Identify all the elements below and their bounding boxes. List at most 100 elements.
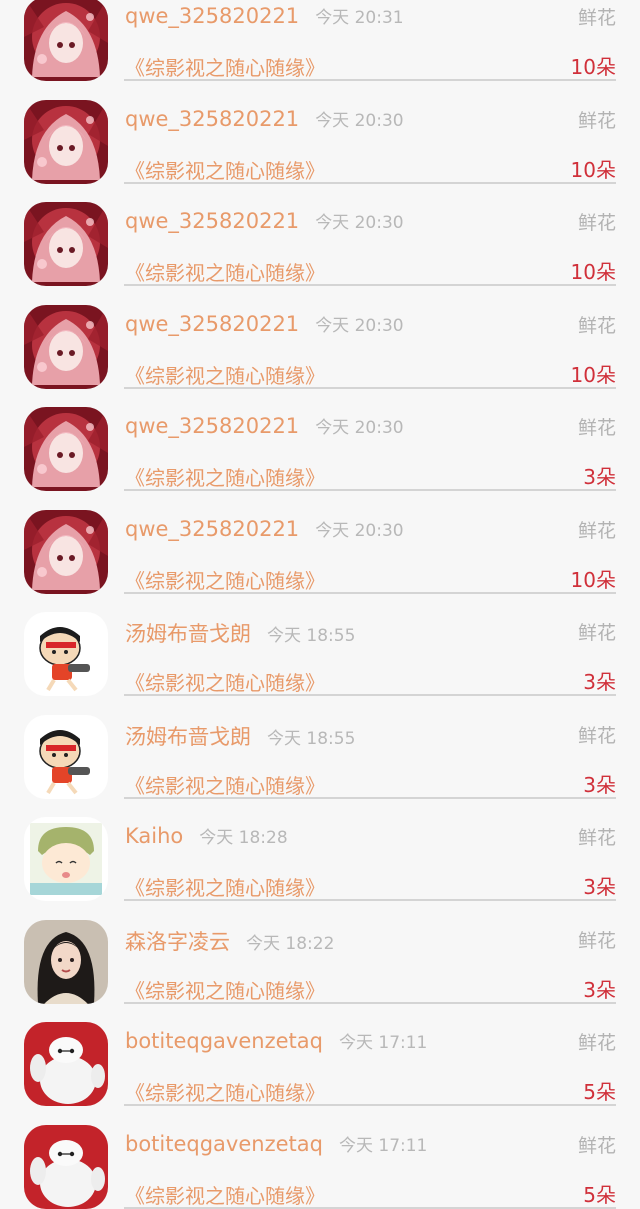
- book-title[interactable]: 《综影视之随心随缘》: [125, 360, 325, 389]
- username[interactable]: Kaiho: [125, 824, 183, 848]
- avatar[interactable]: [24, 509, 108, 594]
- gift-type: 鲜花: [577, 1032, 616, 1054]
- username-line: 汤姆布啬戈朗 今天 18:55: [125, 618, 355, 648]
- gift-count: 3朵: [583, 772, 616, 797]
- username-line: 汤姆布啬戈朗 今天 18:55: [125, 721, 355, 751]
- gift-type: 鲜花: [577, 622, 616, 644]
- username-line: botiteqgavenzetaq 今天 17:11: [125, 1028, 427, 1053]
- list-item[interactable]: qwe_325820221 今天 20:30 鲜花 《综影视之随心随缘》 10朵: [0, 182, 640, 286]
- list-item[interactable]: Kaiho 今天 18:28 鲜花 《综影视之随心随缘》 3朵: [0, 797, 640, 901]
- book-title[interactable]: 《综影视之随心随缘》: [125, 975, 325, 1004]
- gift-count: 3朵: [583, 670, 616, 694]
- username-line: Kaiho 今天 18:28: [125, 823, 288, 848]
- book-title[interactable]: 《综影视之随心随缘》: [125, 462, 325, 491]
- anime-girl-icon: [24, 304, 108, 389]
- list-item[interactable]: botiteqgavenzetaq 今天 17:11 鲜花 《综影视之随心随缘》 …: [0, 1105, 640, 1209]
- book-title[interactable]: 《综影视之随心随缘》: [125, 565, 325, 594]
- avatar[interactable]: [24, 99, 108, 184]
- gift-count: 10朵: [570, 362, 616, 387]
- list-item[interactable]: qwe_325820221 今天 20:30 鲜花 《综影视之随心随缘》 10朵: [0, 285, 640, 389]
- gift-count: 3朵: [583, 977, 616, 1002]
- white-robot-icon: [24, 1124, 108, 1209]
- username-line: qwe_325820221 今天 20:30: [125, 413, 404, 438]
- gift-type: 鲜花: [577, 7, 616, 29]
- username-line: 森洛字凌云 今天 18:22: [125, 926, 334, 956]
- gift-count: 5朵: [583, 1080, 616, 1104]
- cartoon-boy-icon: [24, 714, 108, 799]
- book-title[interactable]: 《综影视之随心随缘》: [125, 770, 325, 799]
- avatar[interactable]: [24, 202, 108, 286]
- username[interactable]: qwe_325820221: [125, 209, 299, 233]
- book-title[interactable]: 《综影视之随心随缘》: [125, 667, 325, 696]
- timestamp: 今天 20:31: [315, 8, 404, 28]
- book-title[interactable]: 《综影视之随心随缘》: [125, 1180, 325, 1209]
- woman-portrait-icon: [24, 919, 108, 1004]
- username-line: qwe_325820221 今天 20:30: [125, 311, 404, 336]
- username[interactable]: botiteqgavenzetaq: [125, 1029, 323, 1053]
- gift-count: 10朵: [570, 157, 616, 182]
- username[interactable]: qwe_325820221: [125, 4, 299, 28]
- username[interactable]: 森洛字凌云: [125, 930, 230, 954]
- gift-type: 鲜花: [577, 314, 616, 337]
- avatar[interactable]: [24, 817, 108, 901]
- list-item[interactable]: qwe_325820221 今天 20:30 鲜花 《综影视之随心随缘》 10朵: [0, 80, 640, 184]
- anime-girl-icon: [24, 202, 108, 286]
- baby-cartoon-icon: [24, 817, 108, 901]
- timestamp: 今天 17:11: [338, 1135, 428, 1156]
- gift-type: 鲜花: [577, 724, 616, 747]
- timestamp: 今天 18:22: [246, 933, 335, 954]
- timestamp: 今天 20:30: [315, 520, 404, 541]
- list-item[interactable]: 森洛字凌云 今天 18:22 鲜花 《综影视之随心随缘》 3朵: [0, 900, 640, 1004]
- timestamp: 今天 18:28: [199, 828, 288, 848]
- list-item[interactable]: qwe_325820221 今天 20:30 鲜花 《综影视之随心随缘》 3朵: [0, 387, 640, 491]
- book-title[interactable]: 《综影视之随心随缘》: [125, 52, 325, 81]
- book-title[interactable]: 《综影视之随心随缘》: [125, 872, 325, 901]
- timestamp: 今天 18:55: [267, 728, 356, 749]
- anime-girl-icon: [24, 407, 108, 491]
- anime-girl-icon: [24, 509, 108, 594]
- avatar[interactable]: [24, 1124, 108, 1209]
- username-line: qwe_325820221 今天 20:30: [125, 208, 404, 233]
- avatar[interactable]: [24, 919, 108, 1004]
- gift-record-list: qwe_325820221 今天 20:31 鲜花 《综影视之随心随缘》 10朵 …: [0, 0, 640, 1209]
- gift-count: 10朵: [570, 567, 616, 592]
- anime-girl-icon: [24, 99, 108, 184]
- list-item[interactable]: 汤姆布啬戈朗 今天 18:55 鲜花 《综影视之随心随缘》 3朵: [0, 695, 640, 799]
- avatar[interactable]: [24, 1022, 108, 1106]
- book-title[interactable]: 《综影视之随心随缘》: [125, 257, 325, 286]
- gift-type: 鲜花: [577, 1134, 616, 1157]
- book-title[interactable]: 《综影视之随心随缘》: [125, 155, 325, 184]
- avatar[interactable]: [24, 714, 108, 799]
- username[interactable]: 汤姆布啬戈朗: [125, 622, 251, 646]
- gift-type: 鲜花: [577, 519, 616, 542]
- avatar[interactable]: [24, 304, 108, 389]
- gift-count: 5朵: [583, 1182, 616, 1207]
- divider: [124, 1206, 616, 1209]
- username[interactable]: qwe_325820221: [125, 517, 299, 541]
- book-title[interactable]: 《综影视之随心随缘》: [125, 1077, 325, 1106]
- username[interactable]: qwe_325820221: [125, 312, 299, 336]
- timestamp: 今天 20:30: [315, 418, 404, 438]
- gift-count: 10朵: [570, 55, 616, 79]
- gift-type: 鲜花: [577, 417, 616, 439]
- username[interactable]: botiteqgavenzetaq: [125, 1132, 323, 1156]
- list-item[interactable]: qwe_325820221 今天 20:30 鲜花 《综影视之随心随缘》 10朵: [0, 490, 640, 594]
- avatar[interactable]: [24, 407, 108, 491]
- gift-type: 鲜花: [577, 109, 616, 132]
- timestamp: 今天 20:30: [315, 315, 404, 336]
- username-line: qwe_325820221 今天 20:31: [125, 3, 404, 28]
- avatar[interactable]: [24, 0, 108, 81]
- list-item[interactable]: 汤姆布啬戈朗 今天 18:55 鲜花 《综影视之随心随缘》 3朵: [0, 592, 640, 696]
- gift-type: 鲜花: [577, 212, 616, 234]
- username[interactable]: 汤姆布啬戈朗: [125, 725, 251, 749]
- avatar[interactable]: [24, 612, 108, 696]
- timestamp: 今天 17:11: [338, 1033, 428, 1053]
- list-item[interactable]: qwe_325820221 今天 20:31 鲜花 《综影视之随心随缘》 10朵: [0, 0, 640, 81]
- list-item[interactable]: botiteqgavenzetaq 今天 17:11 鲜花 《综影视之随心随缘》 …: [0, 1002, 640, 1106]
- anime-girl-icon: [24, 0, 108, 81]
- username[interactable]: qwe_325820221: [125, 414, 299, 438]
- username[interactable]: qwe_325820221: [125, 107, 299, 131]
- cartoon-boy-icon: [24, 612, 108, 696]
- gift-type: 鲜花: [577, 827, 616, 849]
- timestamp: 今天 20:30: [315, 110, 404, 131]
